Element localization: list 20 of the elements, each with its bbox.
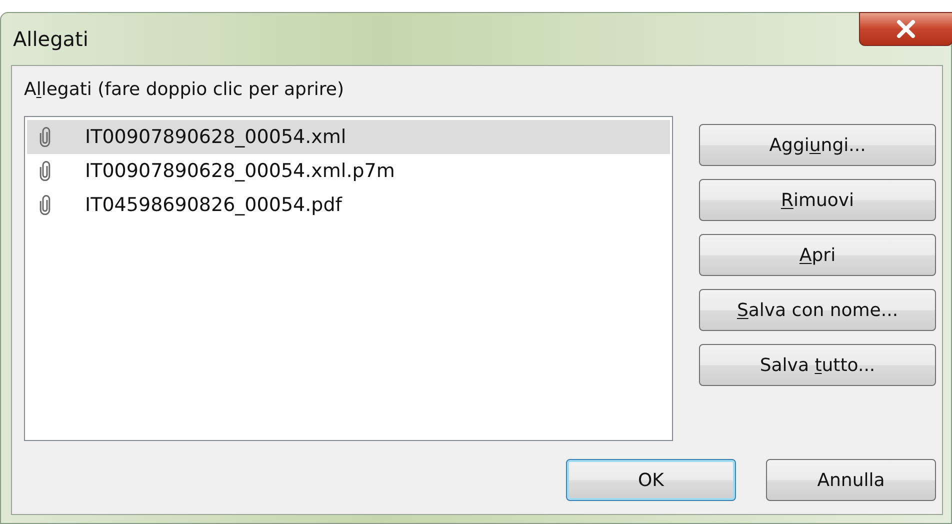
close-button[interactable] (859, 12, 952, 46)
paperclip-icon (39, 195, 51, 215)
file-name: IT00907890628_00054.xml (85, 124, 346, 150)
attachment-item[interactable]: IT00907890628_00054.xml (27, 120, 670, 154)
action-button[interactable]: Salva tutto... (699, 344, 936, 386)
action-button[interactable]: Salva con nome... (699, 289, 936, 331)
paperclip-icon (39, 127, 51, 147)
window-title: Allegati (13, 26, 88, 53)
paperclip-icon (39, 161, 51, 181)
action-button[interactable]: Aggiungi... (699, 124, 936, 166)
close-icon (895, 20, 917, 38)
attachment-item[interactable]: IT04598690826_00054.pdf (27, 188, 670, 222)
list-label: Allegati (fare doppio clic per aprire) (24, 78, 345, 102)
file-name: IT00907890628_00054.xml.p7m (85, 158, 395, 184)
action-button[interactable]: Rimuovi (699, 179, 936, 221)
dialog-button[interactable]: Annulla (766, 459, 936, 501)
file-name: IT04598690826_00054.pdf (85, 192, 342, 218)
action-button[interactable]: Apri (699, 234, 936, 276)
attachment-item[interactable]: IT00907890628_00054.xml.p7m (27, 154, 670, 188)
dialog-button[interactable]: OK (566, 459, 736, 501)
